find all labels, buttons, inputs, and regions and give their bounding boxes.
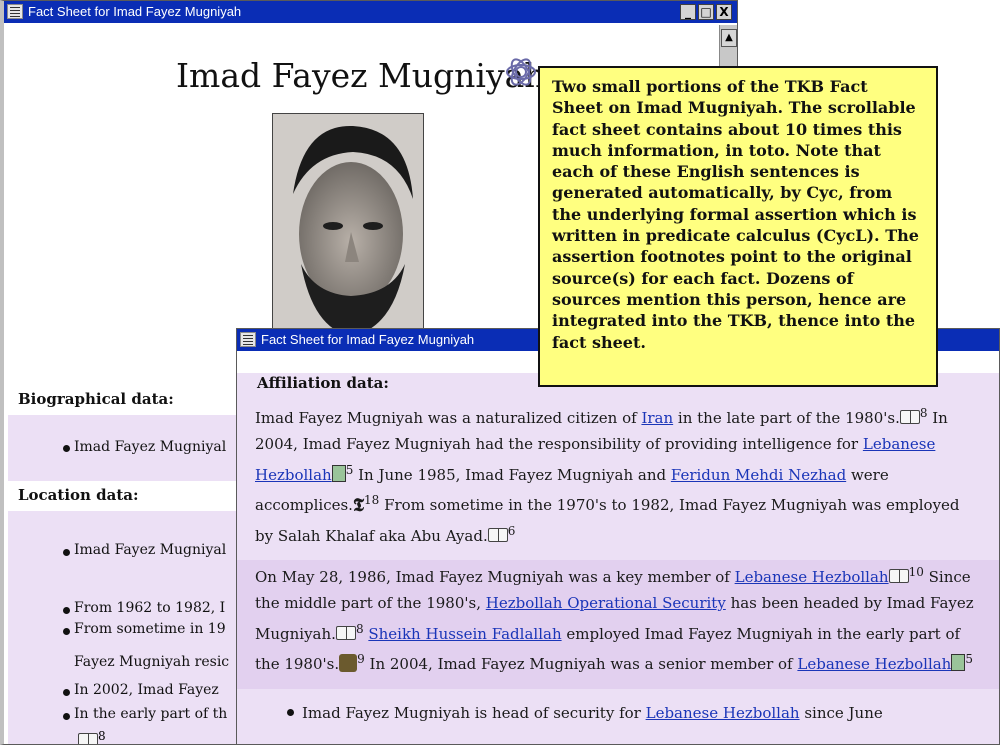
affiliation-paragraph-3: Imad Fayez Mugniyah is head of security … (287, 701, 999, 727)
book-source-icon[interactable] (487, 527, 508, 545)
link-sheikh-hussein-fadlallah[interactable]: Sheikh Hussein Fadlallah (368, 625, 561, 643)
system-menu-icon[interactable] (240, 332, 256, 347)
link-lebanese-hezbollah[interactable]: Lebanese Hezbollah (735, 568, 889, 586)
list-item: Imad Fayez Mugniyal (74, 439, 227, 455)
link-feridun-mehdi-nezhad[interactable]: Feridun Mehdi Nezhad (671, 466, 846, 484)
book-source-icon[interactable] (899, 409, 920, 427)
annotation-note: Two small portions of the TKB Fact Sheet… (538, 66, 938, 387)
front-fact-sheet-window: Fact Sheet for Imad Fayez Mugniyah Affil… (236, 328, 1000, 745)
bullet-icon (287, 709, 294, 716)
bullet-icon (63, 628, 70, 635)
bullet-icon (63, 689, 70, 696)
document-source-icon[interactable] (331, 464, 346, 482)
book-source-icon[interactable] (335, 625, 356, 643)
person-photo (272, 113, 424, 343)
front-window-title: Fact Sheet for Imad Fayez Mugniyah (261, 332, 475, 347)
link-hezbollah-operational-security[interactable]: Hezbollah Operational Security (486, 594, 726, 612)
system-menu-icon[interactable] (7, 4, 23, 19)
book-source-icon[interactable]: 8 (78, 729, 106, 744)
close-button[interactable]: X (716, 4, 732, 20)
link-iran[interactable]: Iran (641, 409, 673, 427)
affiliation-paragraph-1: Imad Fayez Mugniyah was a naturalized ci… (255, 406, 960, 546)
book-source-icon[interactable] (888, 568, 909, 586)
link-lebanese-hezbollah[interactable]: Lebanese Hezbollah (646, 704, 800, 722)
bullet-icon (63, 549, 70, 556)
nyt-source-icon[interactable]: 𝕿 (353, 493, 364, 519)
photo-source-icon[interactable] (339, 654, 358, 673)
list-item: In 2002, Imad Fayez (74, 682, 219, 698)
biographical-data-heading: Biographical data: (18, 390, 174, 408)
affiliation-paragraph-2: On May 28, 1986, Imad Fayez Mugniyah was… (255, 565, 974, 674)
maximize-button[interactable]: □ (698, 4, 714, 20)
list-item: From sometime in 19 (74, 621, 226, 637)
list-item: In the early part of th (74, 706, 228, 722)
list-item: Fayez Mugniyah resic (74, 654, 230, 670)
person-name-heading: Imad Fayez Mugniyah (176, 56, 546, 95)
cyc-knot-logo (506, 58, 536, 86)
document-source-icon[interactable] (951, 654, 966, 672)
bullet-icon (63, 607, 70, 614)
list-item: From 1962 to 1982, I (74, 600, 226, 616)
back-window-titlebar[interactable]: Fact Sheet for Imad Fayez Mugniyah _ □ X (4, 1, 737, 23)
location-data-heading: Location data: (18, 486, 139, 504)
link-lebanese-hezbollah[interactable]: Lebanese Hezbollah (797, 655, 951, 673)
minimize-button[interactable]: _ (680, 4, 696, 20)
bullet-icon (63, 713, 70, 720)
bullet-icon (63, 445, 70, 452)
affiliation-data-heading: Affiliation data: (257, 374, 389, 392)
back-window-title: Fact Sheet for Imad Fayez Mugniyah (28, 4, 242, 19)
list-item: Imad Fayez Mugniyal (74, 542, 227, 558)
scroll-up-arrow-icon[interactable]: ▲ (721, 29, 737, 47)
